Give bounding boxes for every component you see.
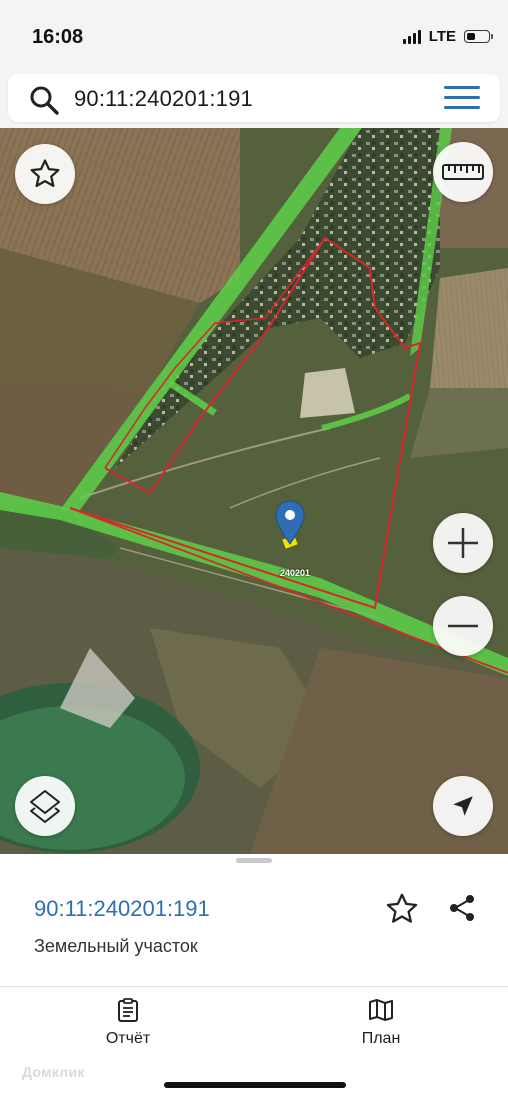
favorite-map-button[interactable] — [15, 144, 75, 204]
watermark: Домклик — [22, 1064, 85, 1080]
plus-icon — [448, 528, 478, 558]
object-type: Земельный участок — [34, 936, 198, 956]
hamburger-menu-icon[interactable] — [444, 86, 480, 110]
report-tab-label: Отчёт — [105, 1030, 151, 1047]
layers-button[interactable] — [15, 776, 75, 836]
search-icon[interactable] — [28, 84, 60, 116]
search-input[interactable]: 90:11:240201:191 — [74, 86, 253, 112]
zoom-in-button[interactable] — [433, 513, 493, 573]
zoom-out-button[interactable] — [433, 596, 493, 656]
home-indicator[interactable] — [164, 1082, 346, 1088]
share-icon[interactable] — [446, 892, 478, 924]
battery-icon — [464, 30, 493, 43]
report-tab[interactable]: Отчёт — [68, 998, 188, 1054]
plan-tab[interactable]: План — [321, 998, 441, 1054]
location-pin-icon[interactable] — [275, 500, 305, 546]
cadastral-quarter-label: 240201 — [280, 568, 311, 578]
status-bar: 16:08 LTE — [0, 0, 508, 74]
clipboard-icon — [118, 998, 138, 1022]
satellite-map[interactable]: 240201 — [0, 128, 508, 854]
map-icon — [369, 999, 393, 1021]
search-bar[interactable]: 90:11:240201:191 — [8, 74, 500, 122]
search-area: 90:11:240201:191 — [0, 74, 508, 128]
layers-icon — [30, 790, 60, 823]
sheet-grabber[interactable] — [236, 858, 272, 863]
divider — [0, 986, 508, 987]
ruler-icon — [442, 164, 484, 180]
my-location-button[interactable] — [433, 776, 493, 836]
status-indicators: LTE — [402, 28, 493, 45]
battery-fill — [467, 33, 475, 40]
cadastral-number-link[interactable]: 90:11:240201:191 — [34, 896, 210, 922]
cellular-signal-icon — [402, 29, 421, 44]
parcel-details-sheet: 90:11:240201:191 Земельный участок Отчёт… — [0, 854, 508, 1100]
minus-icon — [448, 624, 478, 628]
plan-tab-label: План — [361, 1030, 401, 1047]
star-outline-icon — [30, 159, 60, 188]
network-type: LTE — [428, 28, 456, 45]
star-outline-icon[interactable] — [384, 891, 420, 927]
map-imagery[interactable] — [0, 128, 508, 854]
status-time: 16:08 — [32, 26, 84, 48]
ruler-button[interactable] — [433, 142, 493, 202]
location-arrow-icon — [453, 796, 473, 816]
